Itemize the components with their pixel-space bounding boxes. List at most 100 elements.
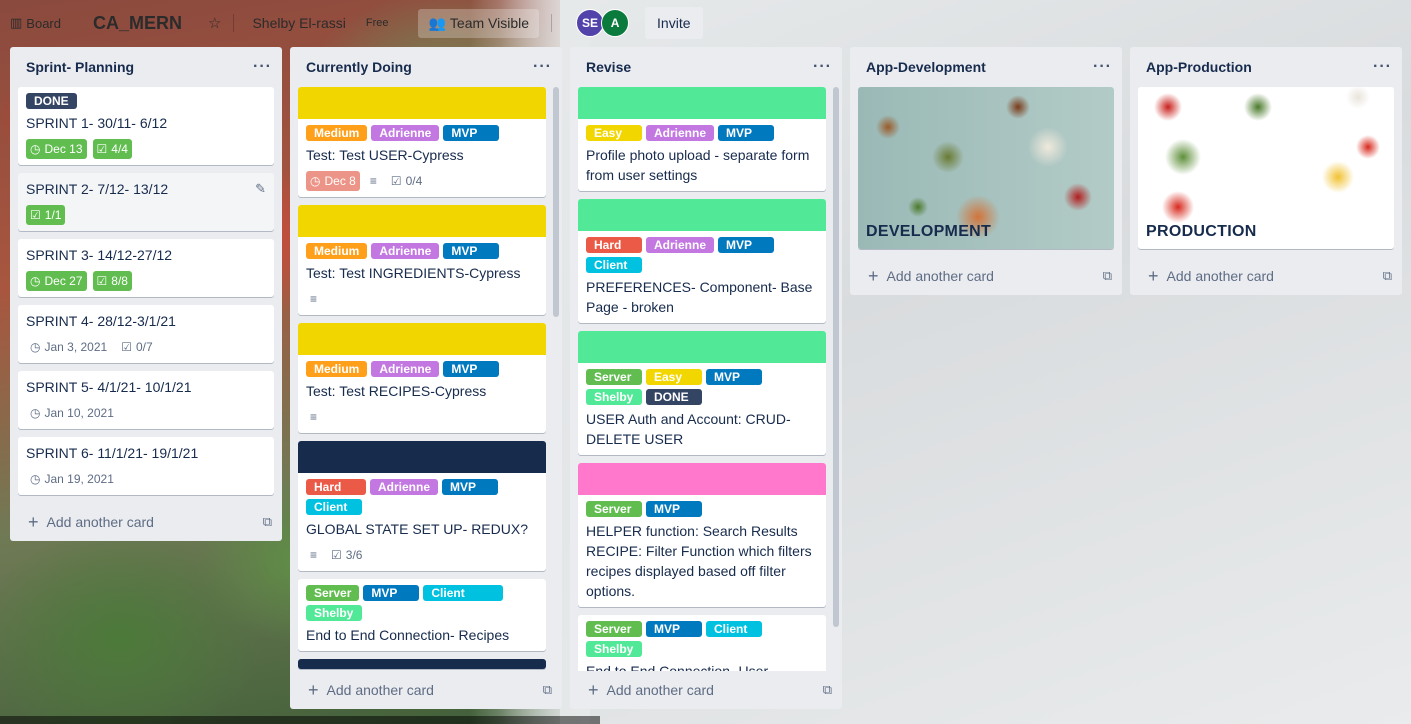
card-badges: ◷ Dec 27 ☑ 8/8	[26, 271, 266, 291]
scrollbar[interactable]	[553, 87, 559, 317]
card[interactable]: Server MVP Client Shelby End to End Conn…	[298, 579, 546, 651]
label: MVP	[718, 125, 775, 141]
card[interactable]: Easy Adrienne MVP Profile photo upload -…	[578, 87, 826, 191]
template-icon[interactable]: ⧉	[823, 682, 832, 698]
label: Adrienne	[371, 361, 440, 377]
scrollbar[interactable]	[833, 87, 839, 627]
card-badges: ☑ 1/1	[26, 205, 266, 225]
card[interactable]: Medium Adrienne MVP Test: Test USER-Cypr…	[298, 87, 546, 197]
due-date-badge[interactable]: ◷ Dec 8	[306, 171, 360, 191]
card[interactable]: PRODUCTION	[1138, 87, 1394, 249]
label: MVP	[646, 621, 702, 637]
list-header: Revise ···	[570, 47, 842, 87]
plus-icon: +	[588, 680, 599, 700]
label: Hard	[586, 237, 642, 253]
card[interactable]: DONE SPRINT 1- 30/11- 6/12 ◷ Dec 13 ☑ 4/4	[18, 87, 274, 165]
template-icon[interactable]: ⧉	[263, 514, 272, 530]
due-date-badge[interactable]: ◷ Jan 19, 2021	[26, 469, 118, 489]
card[interactable]: ✎ SPRINT 2- 7/12- 13/12 ☑ 1/1	[18, 173, 274, 231]
card[interactable]: DEVELOPMENT	[858, 87, 1114, 249]
member-avatars: SE A	[576, 9, 630, 37]
checklist-text: 8/8	[111, 274, 128, 288]
star-icon[interactable]: ☆	[208, 14, 221, 32]
clock-icon: ◷	[30, 340, 41, 354]
due-date-badge[interactable]: ◷ Dec 27	[26, 271, 87, 291]
checklist-badge: ☑ 3/6	[327, 545, 366, 565]
card[interactable]: SPRINT 5- 4/1/21- 10/1/21 ◷ Jan 10, 2021	[18, 371, 274, 429]
card[interactable]: SPRINT 3- 14/12-27/12 ◷ Dec 27 ☑ 8/8	[18, 239, 274, 297]
template-icon[interactable]: ⧉	[1383, 268, 1392, 284]
list-title[interactable]: App-Production	[1146, 59, 1252, 75]
label: Adrienne	[646, 237, 715, 253]
card-labels: Medium Adrienne MVP	[306, 243, 538, 259]
card-cover	[578, 199, 826, 231]
due-date-text: Jan 10, 2021	[44, 406, 114, 420]
workspace-name[interactable]: Shelby El-rassi	[252, 15, 345, 31]
card[interactable]: SPRINT 4- 28/12-3/1/21 ◷ Jan 3, 2021 ☑ 0/7	[18, 305, 274, 363]
card[interactable]: SPRINT 6- 11/1/21- 19/1/21 ◷ Jan 19, 2021	[18, 437, 274, 495]
clock-icon: ◷	[30, 406, 41, 420]
card-labels: Hard Adrienne MVP Client	[586, 237, 818, 273]
card[interactable]: Server MVP Client Shelby End to End Conn…	[578, 615, 826, 671]
list-revise: Revise ··· Easy Adrienne MVP Profile pho…	[570, 47, 842, 709]
list-app-production: App-Production ··· PRODUCTION + Add anoth…	[1130, 47, 1402, 295]
card[interactable]: Medium Adrienne MVP Test: Test RECIPES-C…	[298, 323, 546, 433]
list-title[interactable]: App-Development	[866, 59, 986, 75]
clock-icon: ◷	[30, 142, 41, 156]
card-title: USER Auth and Account: CRUD- DELETE USER	[586, 411, 791, 447]
list-header: Sprint- Planning ···	[10, 47, 282, 87]
card-title: End to End Connection- Recipes	[306, 627, 510, 643]
checklist-text: 3/6	[345, 548, 363, 562]
card-badges: ◷ Jan 3, 2021 ☑ 0/7	[26, 337, 266, 357]
board-switcher-button[interactable]: ▥ Board	[10, 15, 61, 31]
more-icon[interactable]: ···	[533, 58, 552, 76]
card[interactable]: Medium Adrienne MVP Test: Test INGREDIEN…	[298, 205, 546, 315]
template-icon[interactable]: ⧉	[543, 682, 552, 698]
label: Adrienne	[370, 479, 439, 495]
label: Shelby	[586, 641, 642, 657]
label: Server	[586, 501, 642, 517]
template-icon[interactable]: ⧉	[1103, 268, 1112, 284]
list-sprint-planning: Sprint- Planning ··· DONE SPRINT 1- 30/1…	[10, 47, 282, 541]
add-card-label: Add another card	[326, 682, 434, 698]
label: Medium	[306, 243, 368, 259]
card-title: DEVELOPMENT	[866, 223, 992, 240]
label: Medium	[306, 125, 368, 141]
label: MVP	[706, 369, 762, 385]
card[interactable]: Server MVP HELPER function: Search Resul…	[578, 463, 826, 607]
card-title: Test: Test USER-Cypress	[306, 147, 464, 163]
label: Client	[586, 257, 642, 273]
more-icon[interactable]: ···	[813, 58, 832, 76]
card[interactable]: Hard Adrienne MVP Client GLOBAL STATE SE…	[298, 441, 546, 571]
invite-button[interactable]: Invite	[645, 7, 703, 39]
card[interactable]	[298, 659, 546, 669]
more-icon[interactable]: ···	[1093, 58, 1112, 76]
add-card-button[interactable]: + Add another card ⧉	[570, 671, 842, 709]
avatar[interactable]: SE	[576, 9, 605, 37]
card-cover	[298, 87, 546, 119]
add-card-button[interactable]: + Add another card ⧉	[10, 503, 282, 541]
card-badges: ≡	[306, 407, 538, 427]
add-card-button[interactable]: + Add another card ⧉	[850, 257, 1122, 295]
plan-badge: Free	[365, 17, 389, 29]
due-date-badge[interactable]: ◷ Dec 13	[26, 139, 87, 159]
add-card-button[interactable]: + Add another card ⧉	[1130, 257, 1402, 295]
list-title[interactable]: Sprint- Planning	[26, 59, 134, 75]
card[interactable]: Hard Adrienne MVP Client PREFERENCES- Co…	[578, 199, 826, 323]
card-title: PREFERENCES- Component- Base Page - brok…	[586, 279, 813, 315]
add-card-button[interactable]: + Add another card ⧉	[290, 671, 562, 709]
list-title[interactable]: Currently Doing	[306, 59, 412, 75]
card-cover	[298, 441, 546, 473]
board-title[interactable]: CA_MERN	[93, 13, 182, 34]
pencil-icon[interactable]: ✎	[255, 181, 266, 197]
avatar[interactable]: A	[601, 9, 630, 37]
due-date-badge[interactable]: ◷ Jan 3, 2021	[26, 337, 111, 357]
due-date-badge[interactable]: ◷ Jan 10, 2021	[26, 403, 118, 423]
visibility-button[interactable]: 👥 Team Visible	[418, 8, 540, 38]
more-icon[interactable]: ···	[253, 58, 272, 76]
more-icon[interactable]: ···	[1373, 58, 1392, 76]
list-title[interactable]: Revise	[586, 59, 631, 75]
card[interactable]: Server Easy MVP Shelby DONE USER Auth an…	[578, 331, 826, 455]
card-list: DONE SPRINT 1- 30/11- 6/12 ◷ Dec 13 ☑ 4/4 …	[10, 87, 282, 503]
list-header: Currently Doing ···	[290, 47, 562, 87]
